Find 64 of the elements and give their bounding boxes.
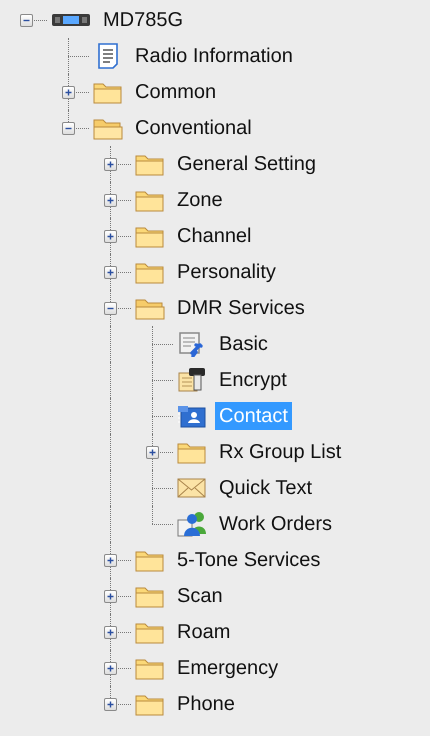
tree-item[interactable]: Rx Group List [215, 438, 346, 466]
plus-icon [105, 231, 116, 242]
envelope-icon [178, 478, 206, 498]
folder-icon [136, 264, 164, 284]
expand-button[interactable] [104, 662, 117, 675]
expand-button[interactable] [104, 266, 117, 279]
plus-icon [105, 195, 116, 206]
folder-icon [136, 588, 164, 608]
contact-card-icon [178, 406, 206, 428]
tree-item[interactable]: Channel [173, 222, 256, 250]
people-icon [178, 512, 206, 536]
folder-icon [136, 192, 164, 212]
tree-item[interactable]: Emergency [173, 654, 282, 682]
folder-icon [136, 228, 164, 248]
plus-icon [105, 159, 116, 170]
plus-icon [105, 555, 116, 566]
plus-icon [105, 627, 116, 638]
plus-icon [105, 663, 116, 674]
tree-item[interactable]: Phone [173, 690, 239, 718]
plus-icon [105, 591, 116, 602]
collapse-button[interactable] [62, 122, 75, 135]
tree-item[interactable]: Scan [173, 582, 227, 610]
collapse-button[interactable] [104, 302, 117, 315]
folder-icon [178, 444, 206, 464]
folder-icon [94, 84, 122, 104]
tree-item[interactable]: Quick Text [215, 474, 316, 502]
expand-button[interactable] [104, 698, 117, 711]
tree-item[interactable]: MD785G [99, 6, 188, 34]
folder-icon [136, 696, 164, 716]
radio-icon [52, 14, 90, 26]
folder-icon [136, 624, 164, 644]
tree-item[interactable]: Zone [173, 186, 227, 214]
plus-icon [105, 699, 116, 710]
expand-button[interactable] [62, 86, 75, 99]
key-icon [178, 368, 205, 392]
tree-item[interactable]: Personality [173, 258, 280, 286]
plus-icon [63, 87, 74, 98]
open-folder-icon [136, 300, 164, 320]
expand-button[interactable] [104, 194, 117, 207]
tree-item[interactable]: 5-Tone Services [173, 546, 324, 574]
plus-icon [105, 267, 116, 278]
open-folder-icon [94, 120, 122, 140]
tree-item[interactable]: Radio Information [131, 42, 297, 70]
collapse-button[interactable] [20, 14, 33, 27]
tree-item[interactable]: Common [131, 78, 220, 106]
document-icon [98, 43, 118, 69]
expand-button[interactable] [104, 626, 117, 639]
tree-item[interactable]: Encrypt [215, 366, 291, 394]
expand-button[interactable] [104, 158, 117, 171]
expand-button[interactable] [104, 230, 117, 243]
tree-item[interactable]: Roam [173, 618, 234, 646]
tree-item[interactable]: DMR Services [173, 294, 309, 322]
folder-icon [136, 552, 164, 572]
tree-item[interactable]: Basic [215, 330, 272, 358]
expand-button[interactable] [104, 590, 117, 603]
expand-button[interactable] [104, 554, 117, 567]
form-wrench-icon [179, 332, 203, 357]
tree-item[interactable]: Conventional [131, 114, 256, 142]
folder-icon [136, 156, 164, 176]
expand-button[interactable] [146, 446, 159, 459]
plus-icon [147, 447, 158, 458]
tree-item[interactable]: Work Orders [215, 510, 336, 538]
folder-icon [136, 660, 164, 680]
tree-item[interactable]: General Setting [173, 150, 320, 178]
